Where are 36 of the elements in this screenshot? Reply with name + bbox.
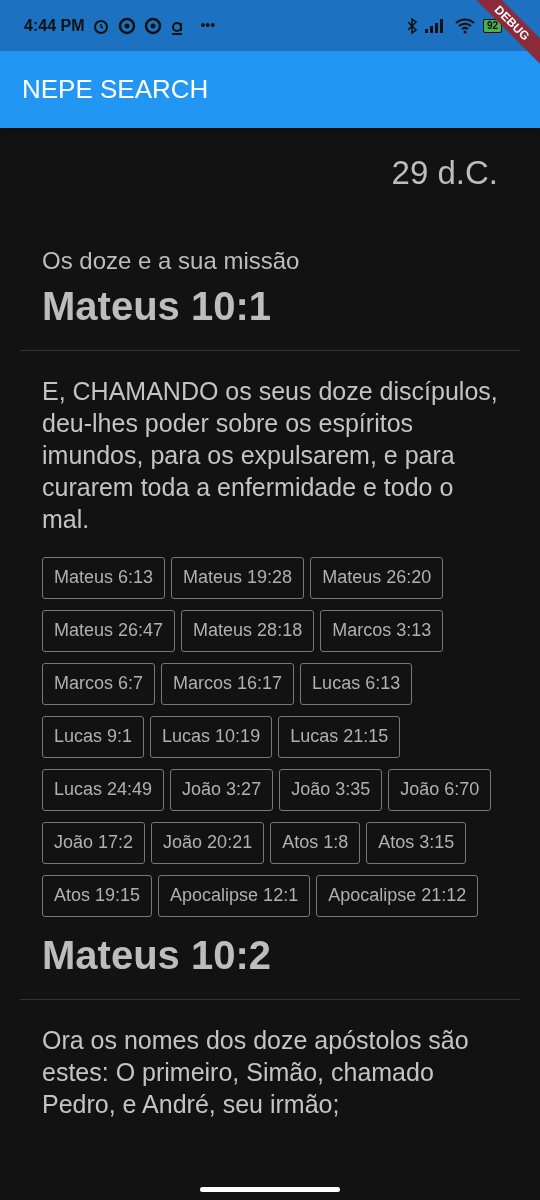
cross-reference-chip[interactable]: Marcos 6:7	[42, 662, 156, 705]
bluetooth-icon	[406, 16, 417, 35]
cross-reference-chip[interactable]: Lucas 10:19	[150, 715, 273, 758]
cross-reference-chip[interactable]: Mateus 6:13	[42, 556, 166, 599]
section-heading: Os doze e a sua missão	[41, 245, 301, 276]
app-notification-icon	[118, 16, 137, 35]
cross-reference-chip[interactable]: João 17:2	[42, 821, 146, 864]
cross-reference-chip[interactable]: João 20:21	[151, 821, 265, 864]
cross-reference-chip[interactable]: João 6:70	[388, 768, 492, 811]
more-notifications: •••	[200, 16, 216, 35]
cross-reference-chip[interactable]: Apocalipse 21:12	[316, 874, 479, 917]
cross-reference-chip[interactable]: Mateus 26:47	[42, 609, 176, 652]
verse-text: E, CHAMANDO os seus doze discípulos, deu-lhes poder sobre os espíritos imundos, para os expulsarem, e para curarem toda a enfermidade e todo o mal.	[41, 375, 499, 535]
wifi-icon	[454, 17, 475, 34]
verse-text: Ora os nomes dos doze apóstolos são estes: O primeiro, Simão, chamado Pedro, e André, seu irmão;	[41, 1024, 470, 1120]
cross-reference-chip[interactable]: Marcos 3:13	[320, 609, 444, 652]
cross-reference-chip[interactable]: Atos 19:15	[42, 874, 153, 917]
status-time: 4:44 PM	[24, 15, 85, 36]
cross-reference-chip[interactable]: Lucas 6:13	[300, 662, 413, 705]
app-title: NEPE SEARCH	[22, 73, 209, 106]
verse-reference: Mateus 10:2	[41, 931, 272, 979]
cross-reference-chip[interactable]: Mateus 26:20	[310, 556, 444, 599]
cross-reference-chip[interactable]: Mateus 28:18	[181, 609, 315, 652]
cross-reference-chip[interactable]: Lucas 9:1	[42, 715, 145, 758]
cross-reference-chip[interactable]: João 3:27	[170, 768, 274, 811]
date-label: 29 d.C.	[391, 153, 498, 193]
cross-reference-chip[interactable]: Apocalipse 12:1	[158, 874, 311, 917]
verse-reference: Mateus 10:1	[41, 282, 272, 330]
cross-reference-chip[interactable]: Atos 3:15	[366, 821, 467, 864]
cross-reference-chip[interactable]: Lucas 24:49	[42, 768, 165, 811]
cross-reference-chip[interactable]: Mateus 19:28	[171, 556, 305, 599]
cross-reference-chip[interactable]: Lucas 21:15	[278, 715, 401, 758]
cross-reference-chip[interactable]: João 3:35	[279, 768, 383, 811]
cross-reference-chip[interactable]: Marcos 16:17	[161, 662, 295, 705]
cross-reference-chip[interactable]: Atos 1:8	[270, 821, 361, 864]
app-notification-icon	[144, 16, 163, 35]
